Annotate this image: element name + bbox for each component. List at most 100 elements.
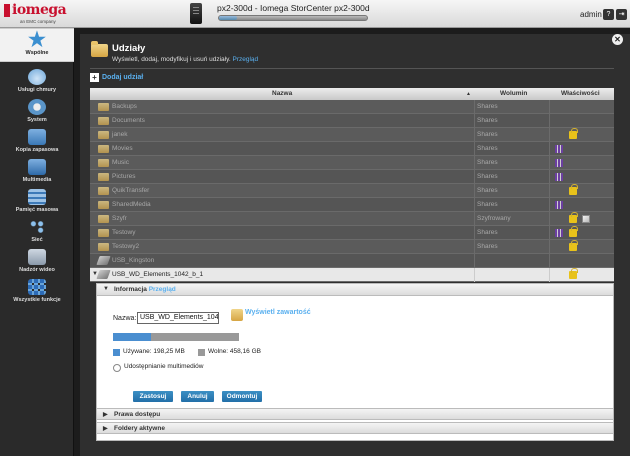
nav-label: System [27,117,47,123]
lock-icon [569,226,578,237]
add-share-button[interactable]: + Dodaj udział [90,73,143,82]
media-sharing-icon [555,201,563,209]
share-name: Testowy2 [112,243,140,250]
overview-link[interactable]: Przegląd [233,56,259,63]
all-features-icon [28,279,46,295]
usb-drive-icon [96,270,111,279]
star-icon: ★ [28,29,46,51]
free-space: Wolne: 458,16 GB [208,348,261,355]
table-row-selected[interactable]: ▼ USB_WD_Elements_1042_b_1 [90,268,614,282]
table-row[interactable]: janek Shares [90,128,614,142]
media-sharing-checkbox[interactable] [113,364,121,372]
nav-item-5[interactable]: Pamięć masowa [0,186,74,214]
chevron-down-icon: ▼ [103,286,109,292]
nav-label: Wszystkie funkcje [13,297,61,303]
share-volume: Shares [477,187,498,194]
media-sharing-label: Udostępnianie multimediów [124,363,204,370]
share-volume: Shares [477,159,498,166]
share-volume: Shares [477,173,498,180]
share-name-input[interactable]: USB_WD_Elements_1042_b_1 [137,312,219,324]
info-overview-link[interactable]: Przegląd [149,286,176,293]
share-name: Music [112,159,129,166]
folder-icon [98,215,109,223]
share-name: USB_Kingston [112,257,155,264]
table-row[interactable]: Testowy2 Shares [90,240,614,254]
page-subtitle: Wyświetl, dodaj, modyfikuj i usuń udział… [112,56,259,63]
tab-access-rights[interactable]: ▶ Prawa dostępu [97,408,613,420]
folder-icon [98,131,109,139]
table-row[interactable]: Music Shares [90,156,614,170]
nav-label: Usługi chmury [17,87,57,93]
nav-item-1[interactable]: Usługi chmury [0,66,74,94]
tab-information[interactable]: ▼ Informacja Przegląd [97,284,613,296]
share-name: janek [112,131,128,138]
nav-label: Pamięć masowa [15,207,59,213]
nav-item-0[interactable]: ★ Wspólne [0,28,74,62]
nav-label: Kopia zapasowa [15,147,59,153]
cancel-button[interactable]: Anuluj [181,391,214,402]
nav-item-4[interactable]: Multimedia [0,156,74,184]
nav-label: Nadzór wideo [19,267,55,273]
name-label: Nazwa: [113,315,137,322]
table-row[interactable]: Testowy Shares [90,226,614,240]
network-icon [28,219,46,235]
share-name: Documents [112,117,145,124]
close-icon[interactable]: ✕ [612,34,623,45]
nav-item-7[interactable]: Nadzór wideo [0,246,74,274]
edit-icon[interactable] [582,215,590,223]
nav-item-3[interactable]: Kopia zapasowa [0,126,74,154]
share-detail-panel: ▼ Informacja Przegląd Nazwa: USB_WD_Elem… [96,283,614,441]
col-name-header[interactable]: Nazwa [272,90,292,97]
col-volume-header[interactable]: Wolumin [500,90,527,97]
lock-icon [569,268,578,279]
chevron-right-icon: ▶ [103,412,108,418]
table-row[interactable]: Documents Shares [90,114,614,128]
nas-device-icon [190,3,202,24]
video-camera-icon [28,249,46,265]
col-properties-header[interactable]: Właściwości [561,90,600,97]
used-space: Używane: 198,25 MB [123,348,185,355]
share-volume: Shares [477,229,498,236]
folder-icon [98,229,109,237]
lock-icon [569,184,578,195]
nav-label: Multimedia [22,177,52,183]
capacity-bar [218,15,368,21]
free-legend-swatch [198,349,205,356]
table-row[interactable]: Movies Shares [90,142,614,156]
sort-ascending-icon[interactable]: ▲ [466,91,471,97]
folder-icon [98,145,109,153]
divider [90,68,614,69]
share-name: Testowy [112,229,136,236]
multimedia-icon [28,159,46,175]
storage-icon [28,189,46,205]
usb-drive-icon [96,256,111,265]
table-row[interactable]: Szyfr Szyfrowany [90,212,614,226]
share-volume: Shares [477,103,498,110]
lock-icon [569,212,578,223]
share-name: Movies [112,145,133,152]
apply-button[interactable]: Zastosuj [133,391,173,402]
unmount-button[interactable]: Odmontuj [222,391,262,402]
nav-item-2[interactable]: System [0,96,74,124]
shares-folder-icon [91,41,108,57]
table-row[interactable]: QuikTransfer Shares [90,184,614,198]
table-row[interactable]: Backups Shares [90,100,614,114]
logout-icon[interactable]: ⇥ [616,9,627,20]
nav-label: Sieć [31,237,43,243]
help-icon[interactable]: ? [603,9,614,20]
share-volume: Shares [477,201,498,208]
backup-icon [28,129,46,145]
nav-item-8[interactable]: Wszystkie funkcje [0,276,74,304]
table-row[interactable]: SharedMedia Shares [90,198,614,212]
view-contents-icon[interactable] [231,309,243,321]
tab-active-folders[interactable]: ▶ Foldery aktywne [97,422,613,434]
top-bar: iomega an EMC company px2-300d - Iomega … [0,0,630,28]
table-row[interactable]: USB_Kingston [90,254,614,268]
table-row[interactable]: Pictures Shares [90,170,614,184]
nav-label: Wspólne [25,50,49,56]
view-contents-link[interactable]: Wyświetl zawartość [245,309,311,316]
share-name: SharedMedia [112,201,151,208]
app-window: iomega an EMC company px2-300d - Iomega … [0,0,630,456]
folder-icon [98,117,109,125]
nav-item-6[interactable]: Sieć [0,216,74,244]
